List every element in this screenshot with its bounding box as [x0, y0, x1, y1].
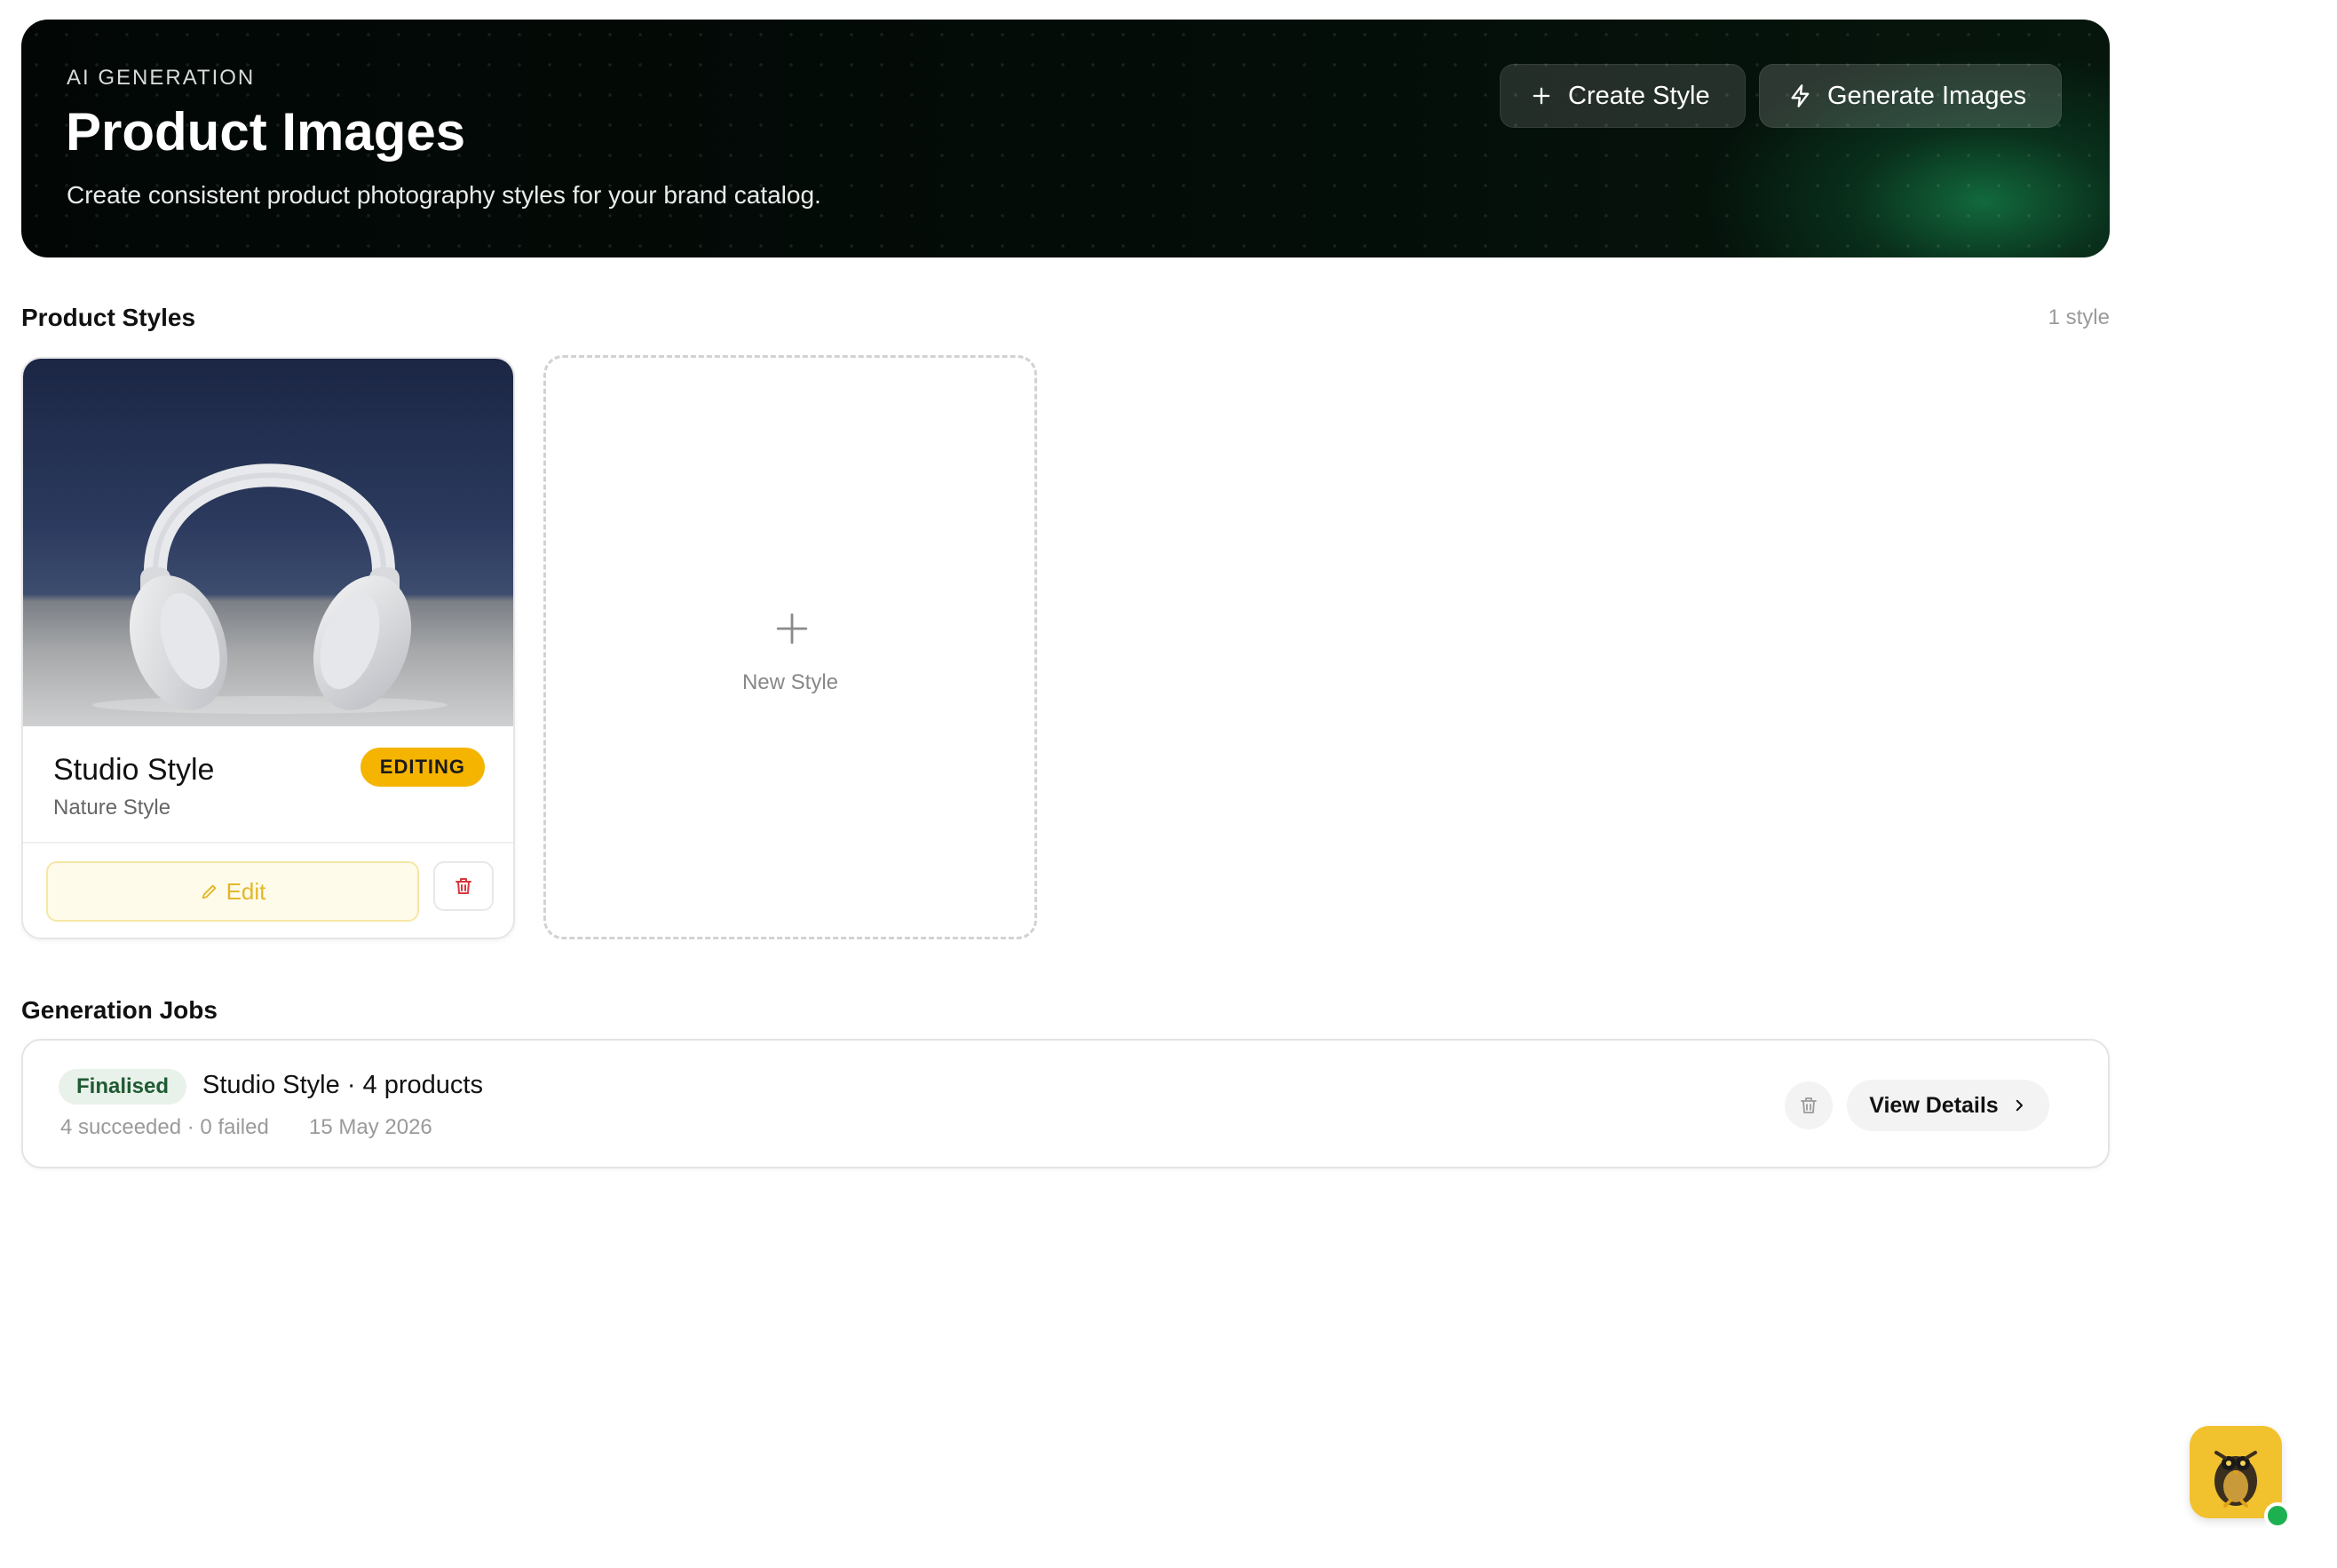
- style-card[interactable]: Studio Style Nature Style EDITING Edit: [21, 357, 515, 939]
- lightning-icon: [1791, 84, 1810, 107]
- style-card-name: Studio Style: [53, 753, 215, 787]
- style-card-subtitle: Nature Style: [53, 796, 171, 820]
- styles-count: 1 style: [2048, 305, 2110, 329]
- generate-images-button[interactable]: Generate Images: [1759, 64, 2062, 128]
- job-meta: 4 succeeded · 0 failed: [60, 1115, 269, 1139]
- job-date: 15 May 2026: [309, 1115, 432, 1139]
- view-details-button[interactable]: View Details: [1847, 1080, 2049, 1131]
- edit-label: Edit: [226, 877, 266, 905]
- card-divider: [23, 842, 513, 843]
- page-subtitle: Create consistent product photography st…: [67, 181, 821, 209]
- job-row: Finalised Studio Style · 4 products 4 su…: [21, 1039, 2110, 1168]
- page: AI GENERATION Product Images Create cons…: [0, 0, 2337, 1568]
- trash-icon: [1801, 1097, 1817, 1113]
- trash-icon: [456, 878, 471, 894]
- pencil-icon: [202, 884, 216, 899]
- job-status-badge: Finalised: [59, 1069, 187, 1105]
- generation-jobs-heading: Generation Jobs: [21, 996, 218, 1024]
- create-style-button[interactable]: Create Style: [1500, 64, 1746, 128]
- plus-icon: [776, 613, 808, 645]
- job-title: Studio Style · 4 products: [202, 1071, 483, 1099]
- assistant-launcher-button[interactable]: [2190, 1426, 2282, 1518]
- page-title: Product Images: [66, 102, 466, 162]
- chevron-right-icon: [2016, 1099, 2023, 1112]
- hero-banner: AI GENERATION Product Images Create cons…: [21, 20, 2110, 257]
- online-status-indicator: [2264, 1502, 2291, 1529]
- delete-job-button[interactable]: [1785, 1081, 1833, 1129]
- view-details-label: View Details: [1869, 1092, 1999, 1118]
- delete-style-button[interactable]: [433, 861, 494, 911]
- plus-icon: [1533, 87, 1550, 105]
- hero-eyebrow: AI GENERATION: [67, 66, 256, 90]
- edit-style-button[interactable]: Edit: [46, 861, 419, 922]
- editing-badge: EDITING: [360, 748, 485, 787]
- headphones-image: [92, 463, 448, 714]
- product-styles-heading: Product Styles: [21, 304, 196, 331]
- create-style-label: Create Style: [1568, 81, 1710, 110]
- owl-mascot-icon: [2214, 1451, 2257, 1508]
- new-style-card[interactable]: New Style: [543, 355, 1037, 939]
- new-style-label: New Style: [741, 670, 839, 694]
- generate-images-label: Generate Images: [1827, 81, 2027, 110]
- style-preview-image: [23, 359, 513, 726]
